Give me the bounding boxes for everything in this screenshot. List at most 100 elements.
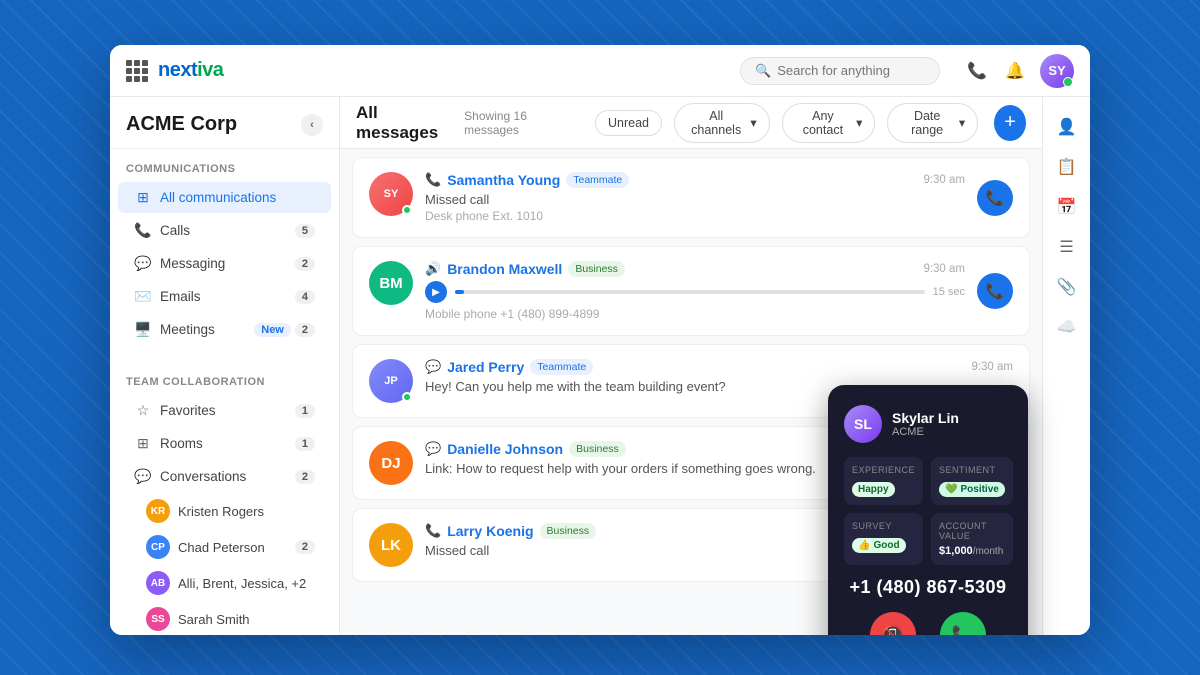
survey-label: SURVEY — [852, 521, 915, 531]
sender-name: Brandon Maxwell — [447, 261, 562, 277]
play-button[interactable]: ▶ — [425, 281, 447, 303]
message-time: 9:30 am — [923, 263, 965, 275]
call-button[interactable]: 📞 — [977, 180, 1013, 216]
msg-avatar: BM — [369, 261, 413, 305]
popup-contact-row: SL Skylar Lin ACME — [844, 405, 1012, 443]
contact-group[interactable]: AB Alli, Brent, Jessica, +2 — [118, 566, 331, 600]
sentiment-value: 💚 Positive — [939, 482, 1005, 497]
meetings-icon: 🖥️ — [134, 321, 152, 338]
popup-info-grid: EXPERIENCE Happy SENTIMENT 💚 Positive SU… — [844, 457, 1012, 565]
popup-contact-info: Skylar Lin ACME — [892, 410, 959, 438]
calls-badge: 5 — [295, 224, 315, 238]
msg-avatar: DJ — [369, 441, 413, 485]
attachments-rail-icon[interactable]: 📎 — [1049, 269, 1085, 305]
all-comms-icon: ⊞ — [134, 189, 152, 206]
accept-button[interactable]: 📞 — [940, 612, 986, 635]
collaboration-section-title: Team collaboration — [110, 362, 339, 394]
emails-icon: ✉️ — [134, 288, 152, 305]
contact-name: Chad Peterson — [178, 540, 295, 555]
sidebar-item-meetings[interactable]: 🖥️ Meetings New 2 — [118, 314, 331, 345]
popup-avatar: SL — [844, 405, 882, 443]
cloud-rail-icon[interactable]: ☁️ — [1049, 309, 1085, 345]
sidebar-item-favorites[interactable]: ☆ Favorites 1 — [118, 395, 331, 426]
bell-icon[interactable]: 🔔 — [998, 54, 1032, 88]
progress-bar — [455, 290, 925, 294]
contact-tag: Teammate — [566, 172, 629, 188]
channel-icon: 📞 — [425, 523, 441, 539]
unread-filter-button[interactable]: Unread — [595, 110, 662, 136]
sidebar-item-emails[interactable]: ✉️ Emails 4 — [118, 281, 331, 312]
popup-actions: 📵 📞 — [844, 612, 1012, 635]
logo: nextiva — [158, 59, 223, 82]
top-nav: nextiva 🔍 📞 🔔 SY — [110, 45, 1090, 97]
conversations-badge: 2 — [295, 470, 315, 484]
messaging-badge: 2 — [295, 257, 315, 271]
message-sub: Mobile phone +1 (480) 899-4899 — [425, 307, 965, 321]
sentiment-cell: SENTIMENT 💚 Positive — [931, 457, 1013, 505]
any-contact-button[interactable]: Any contact ▾ — [782, 103, 876, 143]
user-avatar[interactable]: SY — [1040, 54, 1074, 88]
contact-chad-peterson[interactable]: CP Chad Peterson 2 — [118, 530, 331, 564]
message-card[interactable]: SY 📞 Samantha Young Teammate 9:30 am Mis… — [352, 157, 1030, 238]
sender-name: Jared Perry — [447, 359, 524, 375]
search-bar[interactable]: 🔍 — [740, 57, 940, 85]
compose-button[interactable]: + — [994, 105, 1026, 141]
meetings-label: Meetings — [160, 322, 254, 337]
rooms-icon: ⊞ — [134, 435, 152, 452]
call-button[interactable]: 📞 — [977, 273, 1013, 309]
tasks-rail-icon[interactable]: ☰ — [1049, 229, 1085, 265]
contact-avatar: AB — [146, 571, 170, 595]
contact-kristen-rogers[interactable]: KR Kristen Rogers — [118, 494, 331, 528]
channel-icon: 💬 — [425, 441, 441, 457]
contact-avatar: KR — [146, 499, 170, 523]
grid-menu-icon[interactable] — [126, 60, 148, 82]
favorites-icon: ☆ — [134, 402, 152, 419]
chevron-down-icon: ▾ — [750, 115, 756, 130]
sidebar-item-all-communications[interactable]: ⊞ All communications — [118, 182, 331, 213]
contact-tag: Business — [540, 523, 597, 539]
collapse-button[interactable]: ‹ — [301, 114, 323, 136]
phone-icon[interactable]: 📞 — [960, 54, 994, 88]
channel-icon: 📞 — [425, 172, 441, 188]
notes-rail-icon[interactable]: 📋 — [1049, 149, 1085, 185]
message-card[interactable]: BM 🔊 Brandon Maxwell Business 9:30 am ▶ — [352, 246, 1030, 336]
contact-name: Sarah Smith — [178, 612, 315, 627]
search-input[interactable] — [777, 63, 925, 78]
contacts-rail-icon[interactable]: 👤 — [1049, 109, 1085, 145]
sender-name: Larry Koenig — [447, 523, 533, 539]
any-contact-label: Any contact — [795, 109, 852, 137]
contact-tag: Teammate — [530, 359, 593, 375]
sidebar-item-rooms[interactable]: ⊞ Rooms 1 — [118, 428, 331, 459]
message-body: 🔊 Brandon Maxwell Business 9:30 am ▶ 15 … — [425, 261, 965, 321]
calendar-rail-icon[interactable]: 📅 — [1049, 189, 1085, 225]
experience-value: Happy — [852, 482, 895, 497]
msg-avatar: SY — [369, 172, 413, 216]
unread-label: Unread — [608, 116, 649, 130]
emails-label: Emails — [160, 289, 295, 304]
favorites-badge: 1 — [295, 404, 315, 418]
calls-label: Calls — [160, 223, 295, 238]
progress-fill — [455, 290, 464, 294]
contact-name: Alli, Brent, Jessica, +2 — [178, 576, 315, 591]
decline-button[interactable]: 📵 — [870, 612, 916, 635]
date-range-button[interactable]: Date range ▾ — [887, 103, 978, 143]
message-time: 9:30 am — [923, 174, 965, 186]
msg-avatar: LK — [369, 523, 413, 567]
avatar-initials: BM — [379, 275, 402, 292]
sender-name: Danielle Johnson — [447, 441, 563, 457]
sender-name: Samantha Young — [447, 172, 560, 188]
survey-cell: SURVEY 👍 Good — [844, 513, 923, 565]
right-rail: 👤 📋 📅 ☰ 📎 ☁️ — [1042, 97, 1090, 635]
sidebar-item-messaging[interactable]: 💬 Messaging 2 — [118, 248, 331, 279]
account-value: $1,000/month — [939, 545, 1005, 557]
sidebar-item-conversations[interactable]: 💬 Conversations 2 — [118, 461, 331, 492]
all-comms-label: All communications — [160, 190, 315, 205]
conversations-icon: 💬 — [134, 468, 152, 485]
conversations-label: Conversations — [160, 469, 295, 484]
contact-tag: Business — [569, 441, 626, 457]
contact-sarah-smith[interactable]: SS Sarah Smith — [118, 602, 331, 635]
all-channels-button[interactable]: All channels ▾ — [674, 103, 770, 143]
sidebar-item-calls[interactable]: 📞 Calls 5 — [118, 215, 331, 246]
survey-value: 👍 Good — [852, 538, 906, 553]
channel-icon: 🔊 — [425, 261, 441, 277]
